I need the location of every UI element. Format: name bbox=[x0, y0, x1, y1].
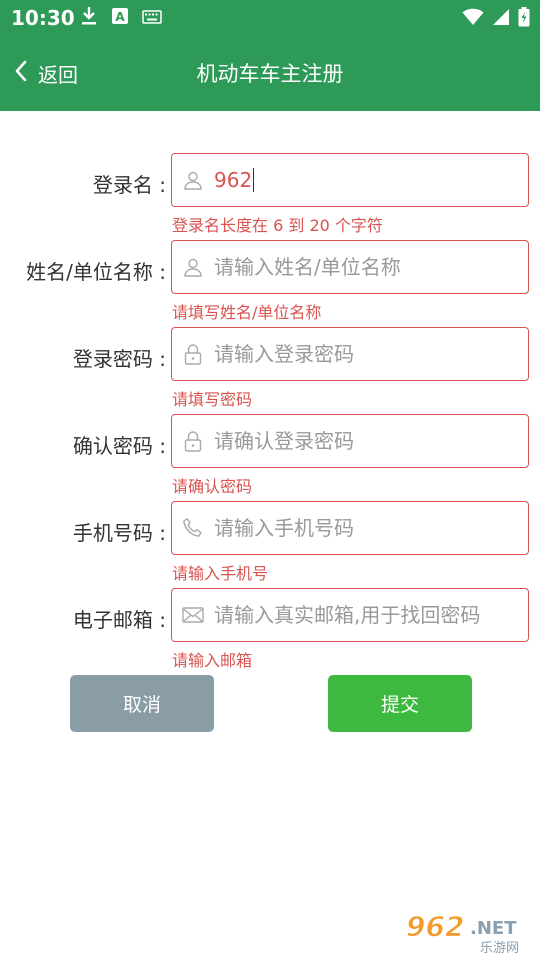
keyboard-icon bbox=[142, 9, 162, 28]
lock-icon bbox=[181, 429, 205, 453]
battery-icon bbox=[518, 7, 530, 31]
svg-text:乐游网: 乐游网 bbox=[480, 941, 519, 954]
svg-text:962: 962 bbox=[406, 910, 464, 943]
status-system-icons bbox=[462, 7, 530, 31]
svg-text:.NET: .NET bbox=[470, 918, 517, 939]
name-org-input[interactable] bbox=[214, 255, 514, 279]
submit-button[interactable]: 提交 bbox=[328, 675, 472, 732]
confirm-password-label: 确认密码 : bbox=[72, 434, 166, 458]
password-field[interactable] bbox=[171, 327, 529, 381]
login-name-error: 登录名长度在 6 到 20 个字符 bbox=[172, 216, 383, 235]
email-label: 电子邮箱 : bbox=[72, 608, 166, 632]
app-a-icon: A bbox=[111, 7, 129, 29]
text-cursor bbox=[253, 168, 255, 192]
password-input[interactable] bbox=[214, 342, 514, 366]
user-icon bbox=[181, 168, 205, 192]
name-org-error: 请填写姓名/单位名称 bbox=[172, 303, 322, 322]
user-icon bbox=[181, 255, 205, 279]
watermark-logo: 962 .NET 乐游网 bbox=[404, 908, 534, 957]
password-label: 登录密码 : bbox=[72, 347, 166, 371]
phone-error: 请输入手机号 bbox=[172, 564, 269, 583]
status-time: 10:30 bbox=[11, 6, 75, 30]
lock-icon bbox=[181, 342, 205, 366]
login-name-value: 962 bbox=[214, 168, 253, 192]
cancel-button[interactable]: 取消 bbox=[70, 675, 214, 732]
status-bar: 10:30 A bbox=[0, 0, 540, 36]
confirm-password-error: 请确认密码 bbox=[172, 477, 253, 496]
confirm-password-input[interactable] bbox=[214, 429, 514, 453]
email-field[interactable] bbox=[171, 588, 529, 642]
mail-icon bbox=[181, 603, 205, 627]
confirm-password-field[interactable] bbox=[171, 414, 529, 468]
wifi-icon bbox=[462, 8, 484, 30]
password-error: 请填写密码 bbox=[172, 390, 253, 409]
phone-icon bbox=[181, 516, 205, 540]
login-name-label: 登录名 : bbox=[92, 173, 166, 197]
login-name-field[interactable]: 962 bbox=[171, 153, 529, 207]
phone-label: 手机号码 : bbox=[72, 521, 166, 545]
name-org-field[interactable] bbox=[171, 240, 529, 294]
email-input[interactable] bbox=[214, 603, 514, 627]
svg-text:A: A bbox=[115, 10, 125, 24]
status-notification-icons: A bbox=[80, 6, 162, 30]
phone-field[interactable] bbox=[171, 501, 529, 555]
signal-icon bbox=[492, 8, 510, 30]
download-icon bbox=[80, 6, 98, 30]
login-name-input[interactable]: 962 bbox=[214, 168, 255, 192]
phone-input[interactable] bbox=[214, 516, 514, 540]
email-error: 请输入邮箱 bbox=[172, 651, 253, 670]
app-bar: 返回 机动车车主注册 bbox=[0, 36, 540, 111]
page-title: 机动车车主注册 bbox=[196, 62, 344, 86]
name-org-label: 姓名/单位名称 : bbox=[26, 260, 166, 284]
